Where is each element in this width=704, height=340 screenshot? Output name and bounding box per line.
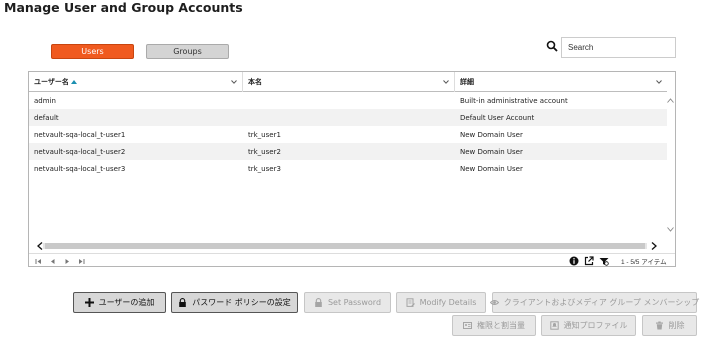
notification-profile-label: 通知プロファイル xyxy=(563,321,628,330)
chevron-down-icon[interactable] xyxy=(230,78,238,86)
cell-realname: trk_user3 xyxy=(248,164,281,173)
cell-details: Built-in administrative account xyxy=(460,96,568,105)
table-row[interactable]: default Default User Account xyxy=(29,109,667,126)
lock-icon xyxy=(179,298,187,307)
column-details[interactable]: 詳細 xyxy=(455,72,667,92)
previous-page-icon[interactable] xyxy=(49,258,57,265)
table-row[interactable]: netvault-sqa-local_t-user1 trk_user1 New… xyxy=(29,126,667,143)
scroll-right-icon[interactable] xyxy=(651,242,657,250)
search-icon xyxy=(546,40,558,52)
scroll-up-icon[interactable] xyxy=(667,98,674,103)
client-media-group-membership-label: クライアントおよびメディア グループ メンバーシップ xyxy=(503,298,700,307)
password-policy-button[interactable]: パスワード ポリシーの設定 xyxy=(171,292,298,313)
cell-realname: trk_user2 xyxy=(248,147,281,156)
lock-icon xyxy=(315,298,322,307)
table-row[interactable]: netvault-sqa-local_t-user2 trk_user2 New… xyxy=(29,143,667,160)
cell-details: New Domain User xyxy=(460,130,523,139)
column-username-label: ユーザー名 xyxy=(34,78,69,86)
page-title: Manage User and Group Accounts xyxy=(4,0,243,15)
trash-icon xyxy=(655,321,663,330)
add-user-label: ユーザーの追加 xyxy=(98,298,155,307)
page-info: 1 - 5/5 アイテム xyxy=(621,259,667,266)
user-grid: ユーザー名 本名 詳細 admin Built-in administrativ… xyxy=(28,71,676,267)
cell-username: netvault-sqa-local_t-user3 xyxy=(34,164,126,173)
cell-username: default xyxy=(34,113,59,122)
plus-icon xyxy=(84,298,94,307)
cell-details: Default User Account xyxy=(460,113,535,122)
modify-details-button[interactable]: Modify Details xyxy=(396,292,486,313)
cell-realname xyxy=(243,92,248,109)
column-realname-label: 本名 xyxy=(248,78,262,86)
column-settings-icon[interactable] xyxy=(599,256,609,266)
set-password-button[interactable]: Set Password xyxy=(304,292,391,313)
grid-footer: 1 - 5/5 アイテム xyxy=(29,253,675,267)
info-icon[interactable] xyxy=(569,256,579,266)
column-details-label: 詳細 xyxy=(460,78,474,86)
eye-icon xyxy=(489,300,499,305)
scroll-down-icon[interactable] xyxy=(667,227,674,232)
first-page-icon[interactable] xyxy=(35,258,43,265)
privileges-quotas-label: 権限と割当量 xyxy=(477,321,525,330)
privileges-quotas-button[interactable]: 権限と割当量 xyxy=(452,315,536,336)
column-username[interactable]: ユーザー名 xyxy=(29,72,243,92)
grid-rows: admin Built-in administrative account de… xyxy=(29,92,667,177)
set-password-label: Set Password xyxy=(327,298,382,307)
export-icon[interactable] xyxy=(584,256,594,266)
modify-details-label: Modify Details xyxy=(419,298,477,307)
notification-icon xyxy=(549,321,559,330)
scroll-thumb[interactable] xyxy=(45,243,645,249)
sort-ascending-icon xyxy=(70,80,77,84)
cell-username: netvault-sqa-local_t-user2 xyxy=(34,147,126,156)
delete-label: 削除 xyxy=(668,321,685,330)
column-realname[interactable]: 本名 xyxy=(243,72,455,92)
cell-username: admin xyxy=(34,96,56,105)
horizontal-scrollbar[interactable] xyxy=(29,241,675,251)
chevron-down-icon[interactable] xyxy=(442,78,450,86)
users-tab-button[interactable]: Users xyxy=(51,44,134,59)
client-media-group-membership-button[interactable]: クライアントおよびメディア グループ メンバーシップ xyxy=(489,292,700,313)
cell-details: New Domain User xyxy=(460,147,523,156)
add-user-button[interactable]: ユーザーの追加 xyxy=(73,292,166,313)
delete-button[interactable]: 削除 xyxy=(642,315,697,336)
cell-username: netvault-sqa-local_t-user1 xyxy=(34,130,126,139)
chevron-down-icon[interactable] xyxy=(655,78,663,86)
table-row[interactable]: netvault-sqa-local_t-user3 trk_user3 New… xyxy=(29,160,667,177)
groups-tab-button[interactable]: Groups xyxy=(146,44,229,59)
vertical-scrollbar[interactable] xyxy=(665,92,675,234)
last-page-icon[interactable] xyxy=(77,258,85,265)
next-page-icon[interactable] xyxy=(63,258,71,265)
cell-details: New Domain User xyxy=(460,164,523,173)
cell-realname: trk_user1 xyxy=(248,130,281,139)
cell-realname xyxy=(243,109,248,126)
edit-document-icon xyxy=(406,298,415,307)
password-policy-label: パスワード ポリシーの設定 xyxy=(192,298,291,307)
search-input[interactable] xyxy=(561,37,676,58)
notification-profile-button[interactable]: 通知プロファイル xyxy=(541,315,636,336)
grid-header: ユーザー名 本名 詳細 xyxy=(29,72,667,92)
table-row[interactable]: admin Built-in administrative account xyxy=(29,92,667,109)
id-card-icon xyxy=(463,322,472,329)
